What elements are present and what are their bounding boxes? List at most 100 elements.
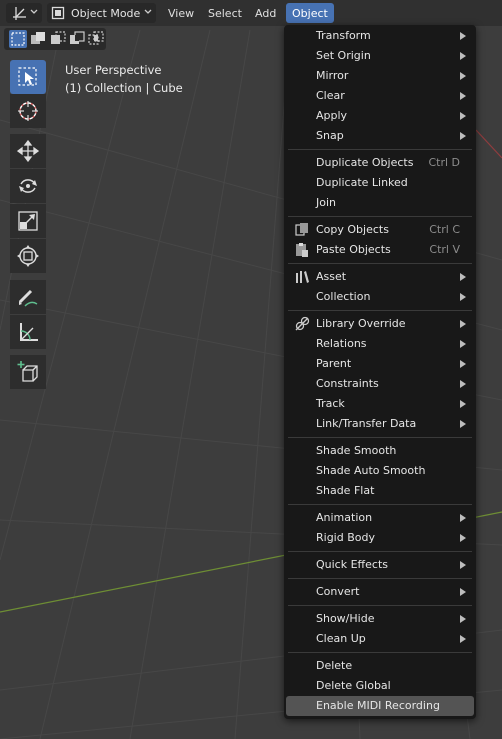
select-subtract-icon <box>51 31 66 44</box>
menu-view[interactable]: View <box>162 3 200 23</box>
menu-item-convert[interactable]: Convert <box>286 582 474 602</box>
menu-item-library-override[interactable]: Library Override <box>286 314 474 334</box>
menu-item-label: Set Origin <box>316 49 371 62</box>
menu-item-delete-global[interactable]: Delete Global <box>286 676 474 696</box>
submenu-arrow-icon <box>460 32 466 40</box>
menu-item-apply[interactable]: Apply <box>286 106 474 126</box>
menu-item-delete[interactable]: Delete <box>286 656 474 676</box>
tool-select-box[interactable] <box>10 60 46 94</box>
menu-select[interactable]: Select <box>202 3 248 23</box>
menu-item-shortcut: Ctrl V <box>429 243 460 256</box>
tool-move[interactable] <box>10 134 46 168</box>
menu-item-shade-smooth[interactable]: Shade Smooth <box>286 441 474 461</box>
select-extend-button[interactable] <box>29 30 47 48</box>
menu-item-label: Duplicate Objects <box>316 156 414 169</box>
menu-item-collection[interactable]: Collection <box>286 287 474 307</box>
submenu-arrow-icon <box>460 293 466 301</box>
cursor-icon <box>18 101 38 121</box>
submenu-arrow-icon <box>460 92 466 100</box>
menu-item-clear[interactable]: Clear <box>286 86 474 106</box>
submenu-arrow-icon <box>460 360 466 368</box>
menu-item-label: Duplicate Linked <box>316 176 408 189</box>
library-override-icon <box>295 316 310 331</box>
select-intersect-button[interactable] <box>87 30 105 48</box>
menu-item-shade-auto-smooth[interactable]: Shade Auto Smooth <box>286 461 474 481</box>
select-extend-icon <box>31 32 45 44</box>
menu-item-label: Shade Flat <box>316 484 375 497</box>
menu-item-label: Animation <box>316 511 373 524</box>
menu-item-paste-objects[interactable]: Paste Objects Ctrl V <box>286 240 474 260</box>
submenu-arrow-icon <box>460 132 466 140</box>
menu-item-label: Enable MIDI Recording <box>316 699 440 712</box>
mode-selector[interactable]: Object Mode <box>47 3 156 23</box>
submenu-arrow-icon <box>460 380 466 388</box>
menu-item-shortcut: Ctrl D <box>428 156 460 169</box>
viewport-info: User Perspective (1) Collection | Cube <box>65 61 183 97</box>
menu-item-label: Link/Transfer Data <box>316 417 417 430</box>
menu-item-mirror[interactable]: Mirror <box>286 66 474 86</box>
menu-object[interactable]: Object <box>286 3 334 23</box>
viewport-axis-icon <box>13 7 26 20</box>
annotate-icon <box>18 289 38 307</box>
submenu-arrow-icon <box>460 588 466 596</box>
menu-separator <box>288 310 472 311</box>
menu-item-label: Apply <box>316 109 348 122</box>
scale-icon <box>18 211 38 231</box>
menu-item-duplicate-linked[interactable]: Duplicate Linked <box>286 173 474 193</box>
menu-item-label: Delete Global <box>316 679 391 692</box>
tool-transform[interactable] <box>10 239 46 273</box>
menu-item-duplicate-objects[interactable]: Duplicate Objects Ctrl D <box>286 153 474 173</box>
menu-item-rigid-body[interactable]: Rigid Body <box>286 528 474 548</box>
menu-item-snap[interactable]: Snap <box>286 126 474 146</box>
add-cube-icon <box>17 361 38 382</box>
tool-cursor[interactable] <box>10 94 46 128</box>
menu-separator <box>288 652 472 653</box>
menu-add[interactable]: Add <box>249 3 282 23</box>
menu-item-quick-effects[interactable]: Quick Effects <box>286 555 474 575</box>
submenu-arrow-icon <box>460 112 466 120</box>
menu-item-clean-up[interactable]: Clean Up <box>286 629 474 649</box>
menu-item-label: Mirror <box>316 69 349 82</box>
menu-item-label: Rigid Body <box>316 531 375 544</box>
menu-item-link-transfer-data[interactable]: Link/Transfer Data <box>286 414 474 434</box>
menu-separator <box>288 263 472 264</box>
menu-separator <box>288 578 472 579</box>
tool-scale[interactable] <box>10 204 46 238</box>
menu-item-shortcut: Ctrl C <box>429 223 460 236</box>
tool-measure[interactable] <box>10 315 46 349</box>
object-menu: Transform Set Origin Mirror Clear Apply Snap D… <box>284 25 476 719</box>
menu-item-animation[interactable]: Animation <box>286 508 474 528</box>
tool-annotate[interactable] <box>10 280 46 314</box>
select-difference-button[interactable] <box>68 30 86 48</box>
transform-icon <box>17 245 39 267</box>
menu-item-label: Relations <box>316 337 367 350</box>
y-axis-line <box>475 129 502 159</box>
menu-item-enable-midi-recording[interactable]: Enable MIDI Recording <box>286 696 474 716</box>
submenu-arrow-icon <box>460 400 466 408</box>
menu-item-shade-flat[interactable]: Shade Flat <box>286 481 474 501</box>
menu-item-copy-objects[interactable]: Copy Objects Ctrl C <box>286 220 474 240</box>
tool-add-cube[interactable] <box>10 355 46 389</box>
select-subtract-button[interactable] <box>49 30 67 48</box>
submenu-arrow-icon <box>460 635 466 643</box>
menu-item-transform[interactable]: Transform <box>286 26 474 46</box>
menu-item-set-origin[interactable]: Set Origin <box>286 46 474 66</box>
menu-item-parent[interactable]: Parent <box>286 354 474 374</box>
menu-item-relations[interactable]: Relations <box>286 334 474 354</box>
select-new-button[interactable] <box>9 30 27 48</box>
menu-item-constraints[interactable]: Constraints <box>286 374 474 394</box>
submenu-arrow-icon <box>460 534 466 542</box>
tool-rotate[interactable] <box>10 169 46 203</box>
editor-type-selector[interactable] <box>6 3 42 23</box>
menu-item-show-hide[interactable]: Show/Hide <box>286 609 474 629</box>
menu-item-label: Track <box>316 397 345 410</box>
menu-item-label: Shade Smooth <box>316 444 397 457</box>
submenu-arrow-icon <box>460 615 466 623</box>
menu-item-label: Asset <box>316 270 347 283</box>
menu-item-join[interactable]: Join <box>286 193 474 213</box>
collection-object-label: (1) Collection | Cube <box>65 81 183 95</box>
menu-item-asset[interactable]: Asset <box>286 267 474 287</box>
mode-label: Object Mode <box>71 6 141 20</box>
menu-item-track[interactable]: Track <box>286 394 474 414</box>
paste-icon <box>296 243 308 257</box>
